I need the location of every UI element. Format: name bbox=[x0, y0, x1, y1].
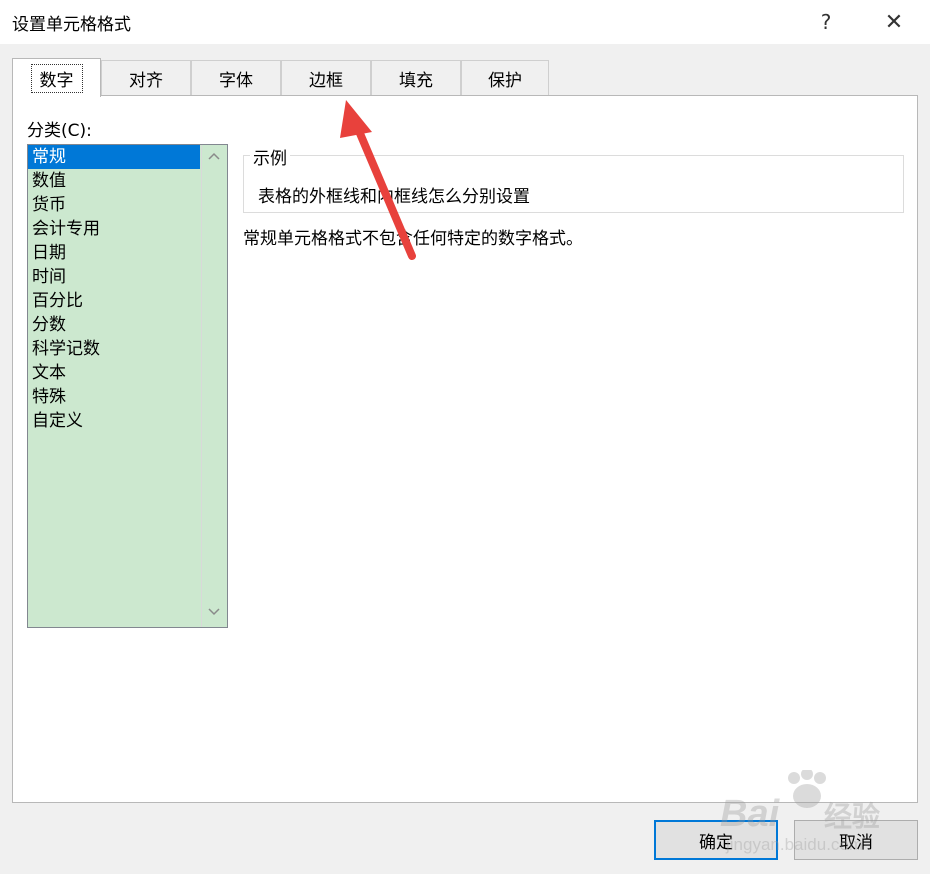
category-list: 常规 数值 货币 会计专用 日期 时间 百分比 分数 科学记数 文本 特殊 自定… bbox=[28, 145, 200, 433]
category-item-scientific[interactable]: 科学记数 bbox=[28, 337, 200, 361]
category-item-percentage[interactable]: 百分比 bbox=[28, 289, 200, 313]
tab-alignment[interactable]: 对齐 bbox=[101, 60, 191, 96]
chevron-down-icon[interactable] bbox=[208, 605, 220, 617]
cancel-button[interactable]: 取消 bbox=[794, 820, 918, 860]
ok-button[interactable]: 确定 bbox=[654, 820, 778, 860]
tab-border[interactable]: 边框 bbox=[281, 60, 371, 96]
chevron-up-icon[interactable] bbox=[208, 151, 220, 163]
category-item-fraction[interactable]: 分数 bbox=[28, 313, 200, 337]
close-button[interactable]: ✕ bbox=[870, 4, 918, 40]
tab-number-label: 数字 bbox=[30, 63, 83, 93]
dialog-title: 设置单元格格式 bbox=[12, 15, 131, 35]
sample-legend: 示例 bbox=[250, 144, 290, 169]
category-scrollbar[interactable] bbox=[201, 145, 227, 627]
category-item-general[interactable]: 常规 bbox=[28, 145, 200, 169]
sample-group: 示例 表格的外框线和内框线怎么分别设置 bbox=[243, 144, 904, 213]
category-item-special[interactable]: 特殊 bbox=[28, 385, 200, 409]
category-item-text[interactable]: 文本 bbox=[28, 361, 200, 385]
help-button[interactable]: ? bbox=[806, 4, 846, 40]
title-bar: 设置单元格格式 ? ✕ bbox=[0, 0, 930, 44]
category-item-custom[interactable]: 自定义 bbox=[28, 409, 200, 433]
number-tab-panel: 分类(C): 常规 数值 货币 会计专用 日期 时间 百分比 分数 科学记数 文… bbox=[12, 95, 918, 803]
format-cells-dialog: 设置单元格格式 ? ✕ 数字 对齐 字体 边框 填充 保护 分类(C): 常规 … bbox=[0, 0, 930, 874]
tab-font[interactable]: 字体 bbox=[191, 60, 281, 96]
category-item-number[interactable]: 数值 bbox=[28, 169, 200, 193]
tab-fill[interactable]: 填充 bbox=[371, 60, 461, 96]
category-label: 分类(C): bbox=[27, 121, 92, 141]
sample-preview-text: 表格的外框线和内框线怎么分别设置 bbox=[258, 187, 530, 207]
tab-protection[interactable]: 保护 bbox=[461, 60, 549, 96]
category-item-time[interactable]: 时间 bbox=[28, 265, 200, 289]
category-item-accounting[interactable]: 会计专用 bbox=[28, 217, 200, 241]
format-description: 常规单元格格式不包含任何特定的数字格式。 bbox=[243, 229, 583, 249]
category-listbox[interactable]: 常规 数值 货币 会计专用 日期 时间 百分比 分数 科学记数 文本 特殊 自定… bbox=[27, 144, 228, 628]
tab-number[interactable]: 数字 bbox=[12, 58, 101, 97]
category-item-currency[interactable]: 货币 bbox=[28, 193, 200, 217]
category-item-date[interactable]: 日期 bbox=[28, 241, 200, 265]
